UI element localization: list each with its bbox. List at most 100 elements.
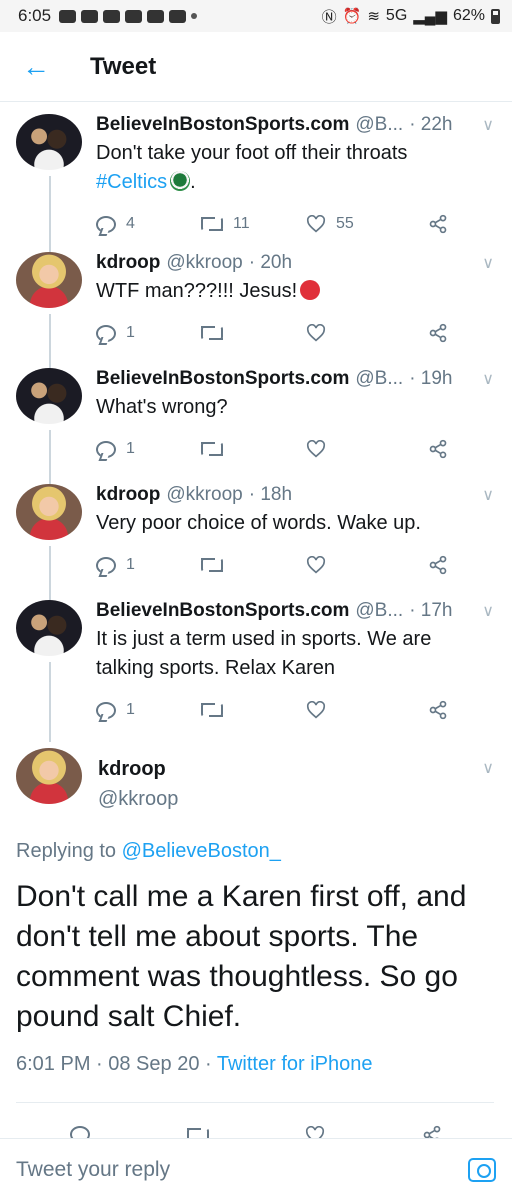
avatar[interactable]	[16, 252, 82, 308]
more-notifications-icon	[191, 13, 198, 19]
reply-icon	[96, 701, 116, 719]
tweet-time: · 19h	[409, 368, 453, 389]
tweet-actions: 1	[96, 436, 494, 462]
display-name[interactable]: kdroop	[98, 758, 166, 780]
chevron-down-icon[interactable]: ∨	[476, 253, 494, 273]
tweet-time: · 20h	[248, 252, 293, 273]
youtube-icon	[59, 9, 77, 23]
tweet-header: BelieveInBostonSports.com @B... · 17h ∨	[96, 600, 494, 622]
user-handle: @kkroop	[166, 252, 243, 273]
avatar[interactable]	[16, 600, 82, 656]
thread-tweet[interactable]: BelieveInBostonSports.com @B... · 17h ∨ …	[0, 600, 512, 742]
tweet-time: · 22h	[409, 114, 453, 135]
retweet-button[interactable]	[201, 442, 306, 456]
tweet-text-content: WTF man???!!! Jesus!	[96, 280, 298, 302]
tweet-source-link[interactable]: Twitter for iPhone	[217, 1053, 373, 1075]
arrow-left-icon[interactable]: ←	[22, 51, 62, 83]
reply-input[interactable]	[16, 1157, 468, 1182]
like-count: 55	[336, 215, 354, 232]
share-button[interactable]	[428, 323, 448, 343]
avatar[interactable]	[16, 748, 82, 804]
chevron-down-icon[interactable]: ∨	[482, 758, 494, 778]
focused-tweet-header: kdroop @kkroop ∨	[16, 748, 494, 814]
thread-tweet[interactable]: BelieveInBostonSports.com @B... · 19h ∨ …	[0, 368, 512, 488]
retweet-button[interactable]: 11	[201, 215, 306, 233]
tweet-text-content: Don't take your foot off their throats	[96, 142, 408, 164]
display-name[interactable]: kdroop	[96, 484, 160, 506]
replying-to-link[interactable]: @BelieveBoston_	[122, 840, 281, 862]
angry-face-emoji-icon	[300, 280, 321, 300]
reply-button[interactable]: 1	[96, 556, 201, 574]
alarm-icon: ⏰	[342, 8, 362, 25]
tweet-header: BelieveInBostonSports.com @B... · 19h ∨	[96, 368, 494, 390]
share-button[interactable]	[428, 439, 448, 459]
status-bar: 6:05 Ⓝ ⏰ ≋ 5G ▂▄▆ 62%	[0, 0, 512, 32]
avatar-column	[16, 368, 84, 488]
retweet-button[interactable]	[201, 558, 306, 572]
heart-icon	[306, 324, 326, 342]
reply-button[interactable]: 1	[96, 701, 201, 719]
tweet-actions: 1	[96, 697, 494, 723]
share-icon	[429, 439, 447, 459]
chevron-down-icon[interactable]: ∨	[476, 115, 494, 135]
tweet-text-suffix: .	[190, 171, 196, 193]
display-name[interactable]: BelieveInBostonSports.com	[96, 114, 349, 136]
thread: BelieveInBostonSports.com @B... · 22h ∨ …	[0, 102, 512, 742]
reply-button[interactable]: 1	[96, 324, 201, 342]
like-button[interactable]	[306, 556, 411, 574]
like-button[interactable]: 55	[306, 215, 411, 233]
reply-button[interactable]: 1	[96, 440, 201, 458]
avatar-column	[16, 114, 84, 256]
notification-icons	[59, 9, 198, 23]
share-button[interactable]	[428, 214, 448, 234]
chevron-down-icon[interactable]: ∨	[476, 485, 494, 505]
camera-icon[interactable]	[468, 1157, 496, 1182]
tweet-text: It is just a term used in sports. We are…	[96, 628, 432, 679]
hashtag-link[interactable]: #Celtics	[96, 171, 167, 193]
thread-connector	[49, 176, 51, 256]
like-button[interactable]	[306, 440, 411, 458]
battery-percent: 62%	[452, 7, 485, 24]
retweet-button[interactable]	[201, 326, 306, 340]
replying-to: Replying to @BelieveBoston_	[16, 840, 494, 863]
tweet-body: BelieveInBostonSports.com @B... · 17h ∨ …	[84, 600, 494, 740]
avatar[interactable]	[16, 484, 82, 540]
avatar-column	[16, 600, 84, 742]
tweet-body: kdroop @kkroop · 20h ∨ WTF man???!!! Jes…	[84, 252, 494, 368]
retweet-button[interactable]	[201, 703, 306, 717]
user-handle: @B...	[355, 368, 404, 389]
share-button[interactable]	[428, 700, 448, 720]
celtics-emoji-icon	[170, 171, 191, 191]
tweet-time: · 18h	[248, 484, 293, 505]
thread-tweet[interactable]: kdroop @kkroop · 20h ∨ WTF man???!!! Jes…	[0, 252, 512, 372]
avatar[interactable]	[16, 114, 82, 170]
tweet-metadata: 6:01 PM · 08 Sep 20 · Twitter for iPhone	[16, 1053, 494, 1103]
twitter-icon	[103, 9, 121, 23]
reply-icon	[96, 215, 116, 233]
display-name[interactable]: BelieveInBostonSports.com	[96, 368, 349, 390]
user-handle: @kkroop	[166, 484, 243, 505]
system-icons: Ⓝ ⏰ ≋ 5G ▂▄▆ 62%	[322, 6, 500, 27]
wifi-icon: ≋	[367, 8, 380, 25]
user-handle: @B...	[355, 114, 404, 135]
reply-icon	[96, 440, 116, 458]
share-button[interactable]	[428, 555, 448, 575]
avatar[interactable]	[16, 368, 82, 424]
reply-count: 1	[126, 440, 135, 457]
like-button[interactable]	[306, 701, 411, 719]
chevron-down-icon[interactable]: ∨	[476, 601, 494, 621]
thread-tweet[interactable]: kdroop @kkroop · 18h ∨ Very poor choice …	[0, 484, 512, 604]
reply-composer	[0, 1138, 512, 1200]
youtube-icon	[169, 9, 187, 23]
tweet-text: What's wrong?	[96, 396, 228, 418]
thread-tweet[interactable]: BelieveInBostonSports.com @B... · 22h ∨ …	[0, 114, 512, 256]
signal-icon: ▂▄▆	[413, 8, 447, 25]
heart-icon	[306, 701, 326, 719]
display-name[interactable]: BelieveInBostonSports.com	[96, 600, 349, 622]
network-type: 5G	[385, 7, 408, 24]
avatar-column	[16, 252, 84, 372]
display-name[interactable]: kdroop	[96, 252, 160, 274]
like-button[interactable]	[306, 324, 411, 342]
chevron-down-icon[interactable]: ∨	[476, 369, 494, 389]
reply-button[interactable]: 4	[96, 215, 201, 233]
